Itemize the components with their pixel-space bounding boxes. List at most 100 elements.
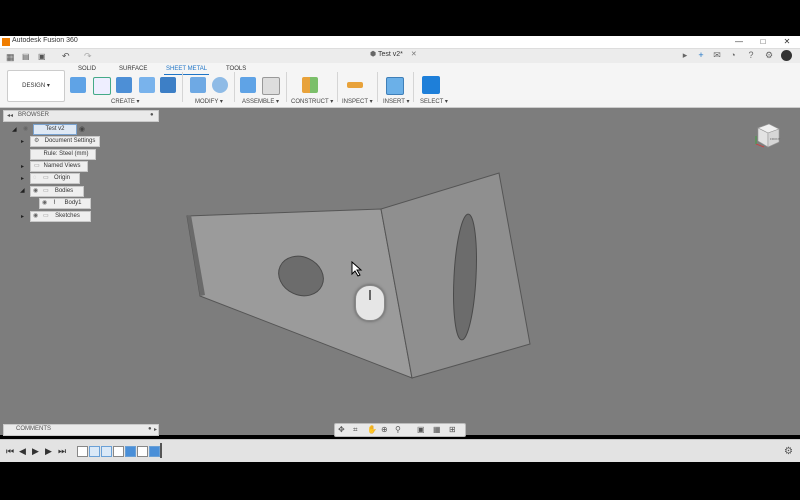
browser-node-body1[interactable]: ◉ ⌇ Body1 [39, 198, 91, 209]
timeline-start-icon[interactable]: ⏮ [6, 446, 14, 457]
timeline-feature-flange[interactable] [89, 446, 100, 457]
group-inspect[interactable]: INSPECT ▾ [342, 98, 373, 105]
timeline-feature-sketch[interactable] [113, 446, 124, 457]
collapse-panel-icon[interactable]: ◂◂ [7, 112, 13, 119]
document-tab[interactable]: ⬢ Test v2* ✕ [370, 50, 417, 63]
viewports-icon[interactable]: ⊞ [449, 425, 456, 434]
grid-settings-icon[interactable]: ▦ [433, 425, 441, 434]
minimize-button[interactable]: — [730, 36, 748, 48]
navigation-bar: ✥ ⌗ ✋ ⊕ ⚲ ▣ ▦ ⊞ [334, 423, 466, 437]
create-more-icon[interactable] [160, 77, 176, 93]
visibility-eye-icon[interactable]: ◉ [23, 125, 28, 132]
tab-tools[interactable]: TOOLS [226, 66, 246, 72]
visibility-off-eye-icon[interactable]: ◌ [33, 174, 37, 183]
create-sketch-icon[interactable] [93, 77, 111, 95]
viewcube[interactable]: FRONT [752, 120, 782, 150]
component-icon: ⬢ [370, 51, 377, 58]
tab-surface[interactable]: SURFACE [119, 66, 147, 72]
redo-icon[interactable]: ↷ [84, 51, 92, 62]
expand-document-settings-icon[interactable]: ▸ [21, 138, 24, 145]
mouse-wheel-icon [369, 290, 371, 300]
visibility-eye-icon[interactable]: ◉ [42, 199, 47, 208]
activate-radio-icon[interactable]: ◉ [79, 125, 85, 133]
pan-hand-icon[interactable]: ✋ [367, 425, 377, 434]
timeline-feature-sketch[interactable] [77, 446, 88, 457]
comments-title: COMMENTS [16, 426, 51, 432]
joint-icon[interactable] [262, 77, 280, 95]
press-pull-icon[interactable] [190, 77, 206, 93]
convert-to-sheet-metal-icon[interactable] [139, 77, 155, 93]
workspace-design-button[interactable]: DESIGN ▾ [7, 70, 65, 102]
gear-icon: ⚙ [34, 138, 40, 144]
expand-root-icon[interactable]: ◢ [12, 126, 17, 133]
expand-named-views-icon[interactable]: ▸ [21, 163, 24, 170]
file-icon[interactable]: ▤ [22, 52, 30, 61]
flange-icon[interactable] [116, 77, 132, 93]
document-tab-title: Test v2* [377, 51, 403, 58]
ribbon-separator [182, 72, 183, 102]
new-component-assemble-icon[interactable] [240, 77, 256, 93]
browser-node-document-settings[interactable]: ⚙ Document Settings [30, 136, 100, 147]
display-settings-icon[interactable]: ▣ [417, 425, 425, 434]
timeline-play-icon[interactable]: ▶ [32, 446, 39, 457]
sheet-metal-model[interactable] [0, 108, 800, 435]
timeline-next-icon[interactable]: ▶ [45, 446, 52, 457]
group-modify[interactable]: MODIFY ▾ [195, 98, 223, 105]
tab-sheet-metal[interactable]: SHEET METAL [163, 66, 210, 75]
new-tab-icon[interactable]: ▸ [680, 50, 690, 60]
zoom-window-icon[interactable]: ⊕ [381, 425, 388, 434]
tab-solid[interactable]: SOLID [78, 66, 96, 72]
browser-node-origin[interactable]: ◌ ▭ Origin [30, 173, 80, 184]
group-select[interactable]: SELECT ▾ [420, 98, 448, 105]
user-avatar[interactable] [781, 50, 792, 61]
close-button[interactable]: ✕ [778, 36, 796, 48]
expand-bodies-icon[interactable]: ◢ [20, 187, 25, 194]
comments-pin-icon[interactable]: ● [148, 426, 152, 432]
visibility-eye-icon[interactable]: ◉ [33, 212, 38, 221]
new-component-icon[interactable] [70, 77, 86, 93]
browser-node-named-views[interactable]: ▭ Named Views [30, 161, 88, 172]
add-tab-icon[interactable]: + [696, 50, 706, 60]
data-panel-grid-icon[interactable]: ▦ [6, 52, 15, 63]
comments-expand-icon[interactable]: ▸ [154, 426, 157, 433]
group-assemble[interactable]: ASSEMBLE ▾ [242, 98, 279, 105]
browser-node-rule[interactable]: Rule: Steel (mm) [30, 149, 96, 160]
timeline-feature-extrude[interactable] [149, 446, 160, 457]
orbit-icon[interactable]: ✥ [338, 425, 345, 434]
timeline-previous-icon[interactable]: ◀ [19, 446, 26, 457]
app-title: Autodesk Fusion 360 [12, 37, 78, 44]
timeline-feature-flange[interactable] [101, 446, 112, 457]
browser-panel-header[interactable]: ◂◂ BROWSER ● [3, 110, 159, 122]
offset-plane-icon[interactable] [302, 77, 318, 93]
close-tab-icon[interactable]: ✕ [411, 51, 417, 58]
browser-node-sketches[interactable]: ◉ ▭ Sketches [30, 211, 91, 222]
timeline-feature-extrude[interactable] [125, 446, 136, 457]
expand-sketches-icon[interactable]: ▸ [21, 213, 24, 220]
look-at-icon[interactable]: ⌗ [353, 425, 358, 435]
timeline-feature-sketch[interactable] [137, 446, 148, 457]
notifications-icon[interactable]: ✉ [712, 50, 722, 60]
browser-node-bodies[interactable]: ◉ ▭ Bodies [30, 186, 84, 197]
insert-image-icon[interactable] [386, 77, 404, 95]
help-icon[interactable]: ? [746, 50, 756, 60]
comments-panel-header[interactable]: COMMENTS ● ▸ [3, 424, 159, 436]
save-icon[interactable]: ▣ [38, 52, 46, 61]
group-create[interactable]: CREATE ▾ [111, 98, 140, 105]
expand-origin-icon[interactable]: ▸ [21, 175, 24, 182]
job-status-icon[interactable]: ◔ [728, 50, 738, 60]
settings-icon[interactable]: ⚙ [764, 50, 774, 60]
timeline-end-icon[interactable]: ⏭ [58, 446, 66, 457]
fillet-icon[interactable] [212, 77, 228, 93]
timeline-marker[interactable] [160, 443, 162, 458]
measure-icon[interactable] [347, 82, 363, 88]
browser-pin-icon[interactable]: ● [150, 112, 154, 118]
maximize-button[interactable]: □ [754, 36, 772, 48]
browser-node-root[interactable]: Test v2 [33, 124, 77, 135]
zoom-icon[interactable]: ⚲ [395, 425, 401, 434]
select-cursor-icon[interactable] [422, 76, 440, 94]
undo-icon[interactable]: ↶ [62, 51, 70, 62]
timeline-settings-gear-icon[interactable]: ⚙ [784, 446, 793, 457]
group-construct[interactable]: CONSTRUCT ▾ [291, 98, 333, 105]
visibility-eye-icon[interactable]: ◉ [33, 187, 38, 196]
group-insert[interactable]: INSERT ▾ [383, 98, 409, 105]
